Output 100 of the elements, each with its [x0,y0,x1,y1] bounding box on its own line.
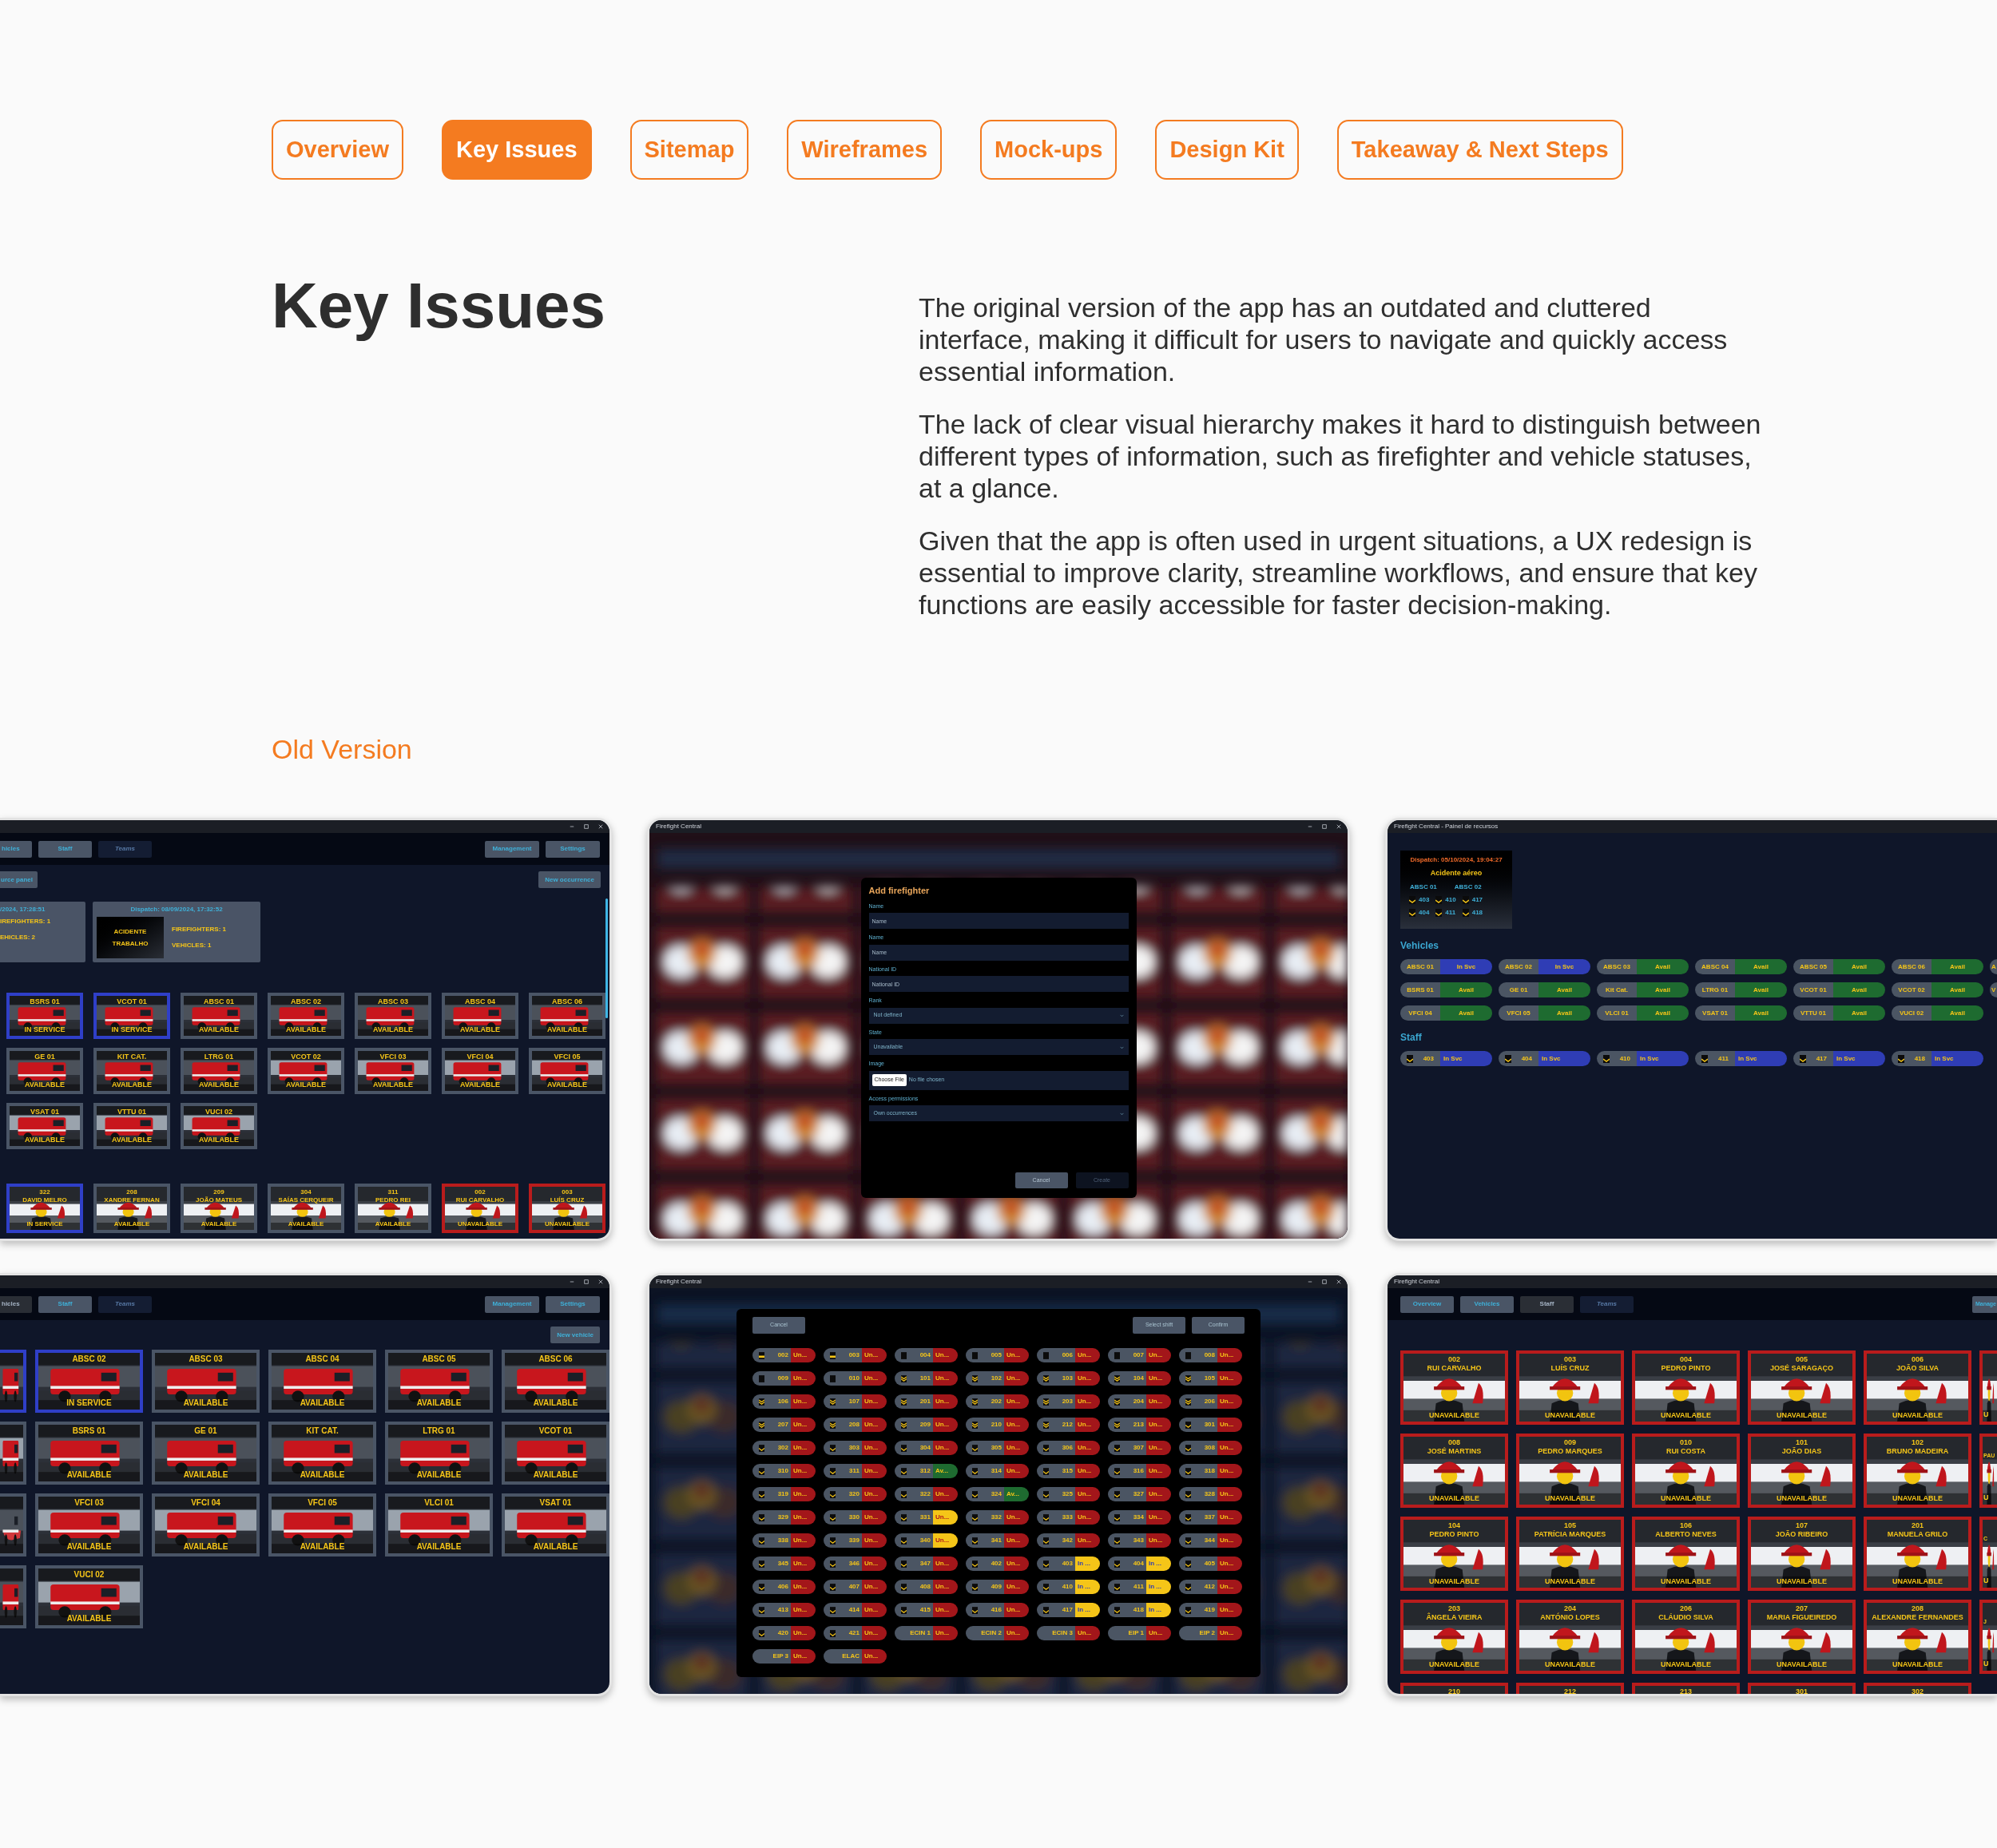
vehicle-chip[interactable]: V [1990,982,1997,997]
occurrence-card[interactable]: Dispatch: 08/09/2024, 17:32:52 ACIDENTE TRABALHO FIREFIGHTERS: 1 VEHICLES: 1 [93,902,260,962]
maximize-icon[interactable] [1322,824,1327,829]
vehicle-card[interactable]: BSRS 01 AVAILABLE [35,1422,143,1485]
staff-card[interactable]: 301 [1748,1683,1856,1694]
maximize-icon[interactable] [1322,1279,1327,1284]
tab[interactable]: Staff [1520,1295,1574,1313]
close-icon[interactable] [598,824,603,829]
staff-card[interactable]: 003 LUÍS CRUZ UNAVAILABLE [529,1184,605,1233]
staff-chip[interactable]: 411 In Svc [1695,1051,1787,1066]
staff-card[interactable]: 106 ALBERTO NEVES UNAVAILABLE [1632,1517,1740,1591]
vehicle-card[interactable]: ABSC 04 AVAILABLE [442,993,518,1039]
vehicle-card[interactable] [0,1565,26,1628]
vehicle-chip[interactable]: VCOT 02 Avail [1892,982,1983,997]
tab[interactable]: hicles [0,840,32,858]
staff-card[interactable]: 210 [1400,1683,1508,1694]
vehicle-chip[interactable]: BSRS 01 Avail [1400,982,1492,997]
vehicle-card[interactable] [0,1350,26,1413]
maximize-icon[interactable] [584,1279,589,1284]
staff-card[interactable]: 213 [1632,1683,1740,1694]
vehicle-card[interactable]: ABSC 02 IN SERVICE [35,1350,143,1413]
vehicle-card[interactable]: VSAT 01 AVAILABLE [6,1103,83,1149]
vehicle-chip[interactable]: VSAT 01 Avail [1695,1005,1787,1021]
vehicle-card[interactable]: KIT CAT. AVAILABLE [268,1422,376,1485]
staff-card[interactable]: 102 BRUNO MADEIRA UNAVAILABLE [1864,1434,1971,1508]
staff-chip[interactable]: 404 In Svc [1499,1051,1590,1066]
vehicle-card[interactable]: GE 01 AVAILABLE [152,1422,260,1485]
vehicle-chip[interactable]: VFCI 05 Avail [1499,1005,1590,1021]
vehicle-card[interactable]: ABSC 01 AVAILABLE [181,993,257,1039]
nav-tab[interactable]: Design Kit [1155,120,1299,180]
vehicle-card[interactable] [0,1493,26,1557]
staff-card[interactable]: 002 RUI CARVALHO UNAVAILABLE [1400,1350,1508,1425]
vehicle-card[interactable]: ABSC 04 AVAILABLE [268,1350,376,1413]
tab[interactable]: Overview [1400,1295,1454,1313]
occurrence-card[interactable]: /2024, 17:28:51 IREFIGHTERS: 1 EHICLES: 2 [0,902,85,962]
toolbar-button[interactable]: Settings [546,1295,600,1313]
close-icon[interactable] [598,1279,603,1284]
vehicle-card[interactable]: VFCI 03 AVAILABLE [35,1493,143,1557]
staff-card[interactable]: 311 PEDRO REI AVAILABLE [355,1184,431,1233]
staff-chip[interactable]: 417 In Svc [1793,1051,1885,1066]
vehicle-chip[interactable]: ABSC 01 In Svc [1400,959,1492,974]
staff-card[interactable]: 105 PATRÍCIA MARQUES UNAVAILABLE [1516,1517,1624,1591]
staff-card[interactable]: 104 PEDRO PINTO UNAVAILABLE [1400,1517,1508,1591]
toolbar-button[interactable]: New vehicle [550,1327,600,1343]
vehicle-card[interactable] [0,1422,26,1485]
staff-card[interactable]: 207 MARIA FIGUEIREDO UNAVAILABLE [1748,1600,1856,1674]
close-icon[interactable] [1336,824,1341,829]
nav-tab[interactable]: Takeaway & Next Steps [1336,120,1623,180]
vehicle-card[interactable]: ABSC 05 AVAILABLE [385,1350,493,1413]
vehicle-card[interactable]: VUCI 02 AVAILABLE [35,1565,143,1628]
dispatch-card[interactable]: Dispatch: 05/10/2024, 19:04:27 Acidente aéreo ABSC 01 ABSC 02 403 410 417 404 411 418 [1400,851,1512,929]
close-icon[interactable] [1336,1279,1341,1284]
vehicle-card[interactable]: VTTU 01 AVAILABLE [93,1103,170,1149]
tab[interactable]: hicles [0,1295,32,1313]
staff-card[interactable]: 208 XANDRE FERNAN AVAILABLE [93,1184,170,1233]
staff-chip[interactable]: 410 In Svc [1597,1051,1689,1066]
minimize-icon[interactable] [570,824,574,829]
vehicle-card[interactable]: ABSC 06 AVAILABLE [502,1350,609,1413]
minimize-icon[interactable] [1308,1279,1312,1284]
vehicle-card[interactable]: VFCI 05 AVAILABLE [529,1048,605,1094]
staff-chip[interactable]: 418 In Svc [1892,1051,1983,1066]
vehicle-chip[interactable]: VCOT 01 Avail [1793,982,1885,997]
staff-card[interactable]: 006 JOÃO SILVA UNAVAILABLE [1864,1350,1971,1425]
vehicle-card[interactable]: VCOT 01 IN SERVICE [93,993,170,1039]
staff-card[interactable]: 204 ANTÓNIO LOPES UNAVAILABLE [1516,1600,1624,1674]
staff-card[interactable]: 010 RUI COSTA UNAVAILABLE [1632,1434,1740,1508]
vehicle-card[interactable]: VFCI 05 AVAILABLE [268,1493,376,1557]
tab[interactable]: Staff [38,1295,92,1313]
vehicle-card[interactable]: LTRG 01 AVAILABLE [181,1048,257,1094]
tab[interactable]: Vehicles [1460,1295,1514,1313]
vehicle-card[interactable]: VFCI 03 AVAILABLE [355,1048,431,1094]
toolbar-button[interactable]: urce panel [0,871,38,888]
vehicle-card[interactable]: VLCI 01 AVAILABLE [385,1493,493,1557]
staff-chip[interactable]: 403 In Svc [1400,1051,1492,1066]
vehicle-chip[interactable]: VUCI 02 Avail [1892,1005,1983,1021]
vehicle-card[interactable]: VFCI 04 AVAILABLE [152,1493,260,1557]
nav-tab[interactable]: Sitemap [629,120,749,180]
staff-card[interactable]: 003 LUÍS CRUZ UNAVAILABLE [1516,1350,1624,1425]
vehicle-card[interactable]: ABSC 06 AVAILABLE [529,993,605,1039]
vehicle-card[interactable]: VFCI 04 AVAILABLE [442,1048,518,1094]
vehicle-chip[interactable]: ABSC 04 Avail [1695,959,1787,974]
toolbar-button[interactable]: Settings [546,840,600,858]
vehicle-chip[interactable]: LTRG 01 Avail [1695,982,1787,997]
vehicle-chip[interactable]: ABSC 06 Avail [1892,959,1983,974]
staff-card[interactable]: 322 DAVID MELRO IN SERVICE [6,1184,83,1233]
vehicle-card[interactable]: ABSC 03 AVAILABLE [152,1350,260,1413]
nav-tab[interactable]: Mock-ups [980,120,1118,180]
vehicle-chip[interactable]: Kit Cat. Avail [1597,982,1689,997]
nav-tab[interactable]: Wireframes [787,120,943,180]
staff-card[interactable]: 008 JOSÉ MARTINS UNAVAILABLE [1400,1434,1508,1508]
vehicle-card[interactable]: KIT CAT. AVAILABLE [93,1048,170,1094]
staff-card[interactable]: 107 JOÃO RIBEIRO UNAVAILABLE [1748,1517,1856,1591]
staff-card[interactable]: U [1979,1350,1997,1425]
staff-card[interactable]: 206 CLÁUDIO SILVA UNAVAILABLE [1632,1600,1740,1674]
minimize-icon[interactable] [570,1279,574,1284]
toolbar-button[interactable]: New occurrence [538,871,601,888]
vehicle-card[interactable]: LTRG 01 AVAILABLE [385,1422,493,1485]
nav-tab[interactable]: Overview [272,120,403,180]
vehicle-chip[interactable]: A [1990,959,1997,974]
staff-card[interactable]: 302 [1864,1683,1971,1694]
